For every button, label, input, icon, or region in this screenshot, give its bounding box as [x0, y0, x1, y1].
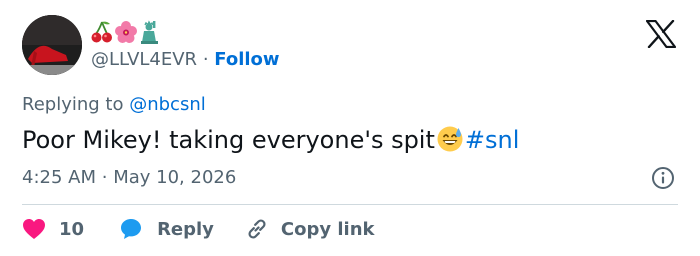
copy-link-label: Copy link — [280, 218, 375, 240]
avatar[interactable] — [22, 15, 82, 75]
author-handle[interactable]: @LLVL4EVR — [91, 49, 197, 70]
tweet-text: Poor Mikey! taking everyone's spit #snl — [22, 122, 519, 158]
follow-button[interactable]: Follow — [214, 49, 279, 70]
cherries-emoji — [91, 20, 113, 44]
hibiscus-emoji — [115, 20, 137, 44]
display-name-emojis — [91, 17, 161, 46]
handle-separator: · — [202, 49, 209, 70]
like-count: 10 — [59, 218, 85, 240]
divider — [22, 204, 678, 205]
timestamp-separator: · — [101, 167, 108, 188]
grinning-face-with-sweat-icon — [436, 125, 464, 153]
reply-context-prefix: Replying to — [22, 94, 124, 115]
x-logo-icon[interactable] — [645, 19, 677, 49]
reply-mention-link[interactable]: @nbcsnl — [129, 94, 206, 115]
reply-label: Reply — [157, 218, 214, 240]
link-icon — [248, 219, 266, 239]
heart-icon — [23, 219, 45, 239]
tweet-time: 4:25 AM — [22, 167, 96, 188]
speech-bubble-icon — [121, 219, 142, 239]
action-bar: 10 Reply Copy link — [22, 216, 375, 242]
info-icon[interactable] — [651, 166, 675, 190]
tweet-date: May 10, 2026 — [113, 167, 237, 188]
statue-of-liberty-emoji — [139, 17, 161, 44]
like-button[interactable]: 10 — [22, 218, 84, 240]
tweet-body: Poor Mikey! taking everyone's spit — [22, 126, 435, 154]
hashtag-link[interactable]: #snl — [465, 126, 520, 154]
author-row: @LLVL4EVR · Follow — [91, 48, 280, 72]
reply-context: Replying to @nbcsnl — [22, 92, 206, 118]
reply-button[interactable]: Reply — [119, 217, 214, 241]
tweet-timestamp[interactable]: 4:25 AM · May 10, 2026 — [22, 165, 236, 191]
copy-link-button[interactable]: Copy link — [245, 217, 375, 241]
